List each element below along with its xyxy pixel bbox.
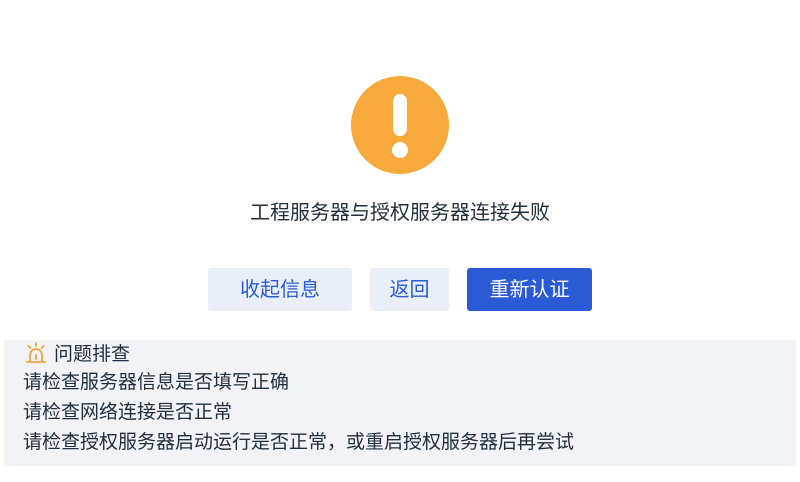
- connection-error-page: 工程服务器与授权服务器连接失败 收起信息 返回 重新认证 问题排查 请检查服务器…: [0, 0, 800, 482]
- troubleshooting-header: 问题排查: [24, 340, 130, 368]
- troubleshooting-list: 请检查服务器信息是否填写正确 请检查网络连接是否正常 请检查授权服务器启动运行是…: [23, 367, 574, 457]
- error-message: 工程服务器与授权服务器连接失败: [250, 200, 550, 224]
- troubleshooting-item: 请检查授权服务器启动运行是否正常，或重启授权服务器后再尝试: [23, 431, 575, 453]
- exclamation-circle-icon: [351, 76, 449, 174]
- collapse-info-button[interactable]: 收起信息: [208, 268, 352, 311]
- troubleshooting-item: 请检查网络连接是否正常: [23, 401, 233, 423]
- reauthenticate-button[interactable]: 重新认证: [467, 268, 592, 311]
- alarm-bell-icon: [24, 342, 48, 366]
- troubleshooting-item: 请检查服务器信息是否填写正确: [23, 371, 290, 393]
- back-button[interactable]: 返回: [370, 268, 449, 311]
- troubleshooting-title: 问题排查: [54, 343, 131, 365]
- troubleshooting-panel: 问题排查 请检查服务器信息是否填写正确 请检查网络连接是否正常 请检查授权服务器…: [4, 340, 796, 466]
